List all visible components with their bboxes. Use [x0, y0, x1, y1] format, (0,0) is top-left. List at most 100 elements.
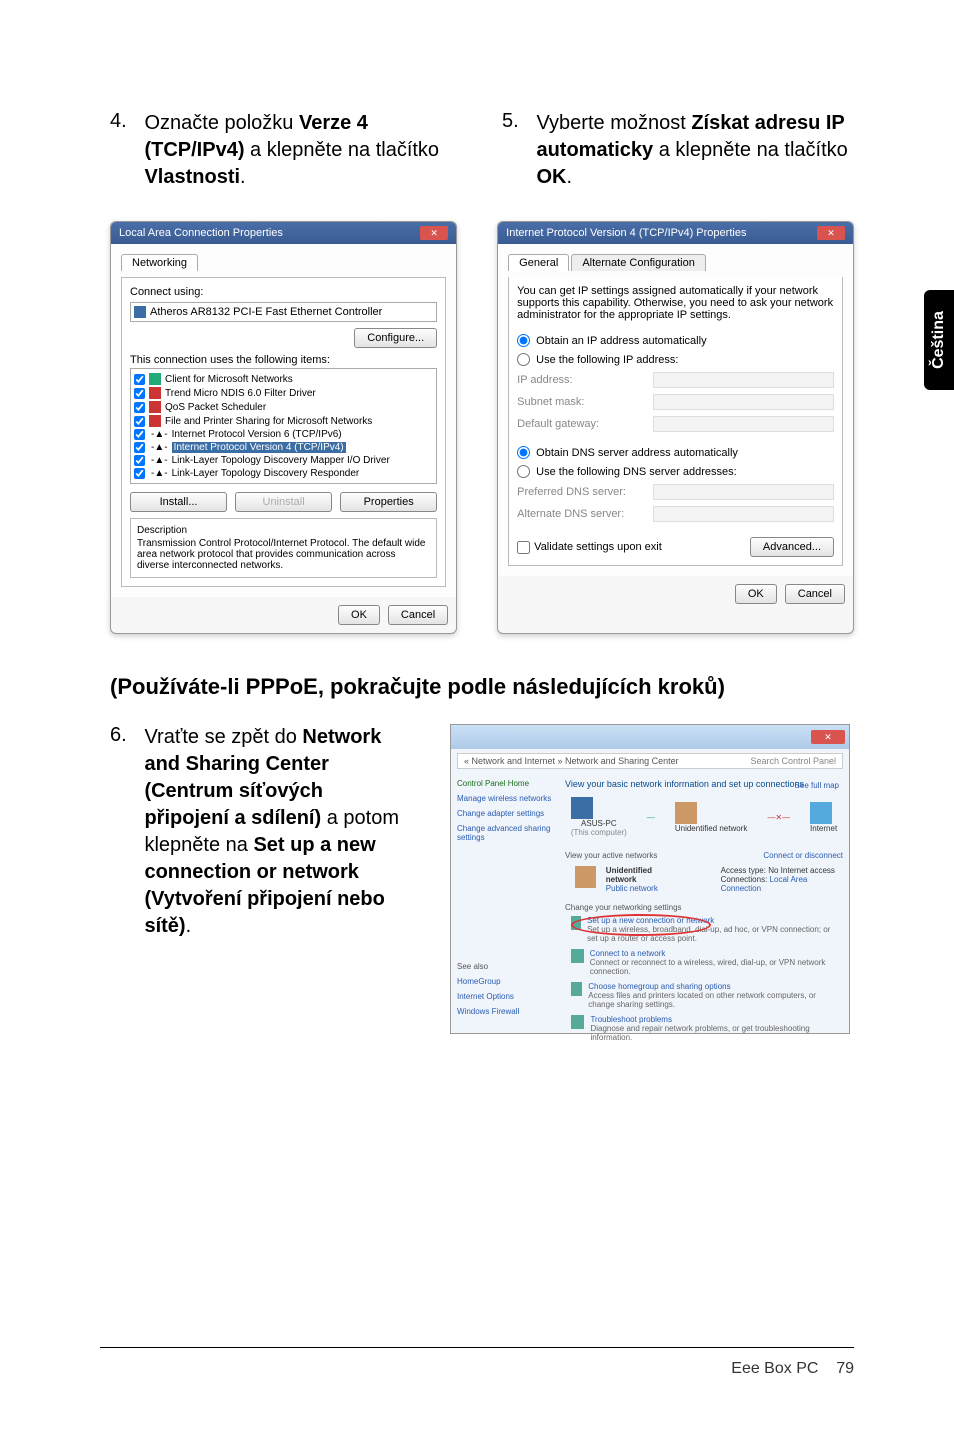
- see-full-map-link[interactable]: See full map: [795, 781, 839, 790]
- list-item-ipv4[interactable]: -▲- Internet Protocol Version 4 (TCP/IPv…: [134, 441, 433, 454]
- pppoe-heading: (Používáte-li PPPoE, pokračujte podle ná…: [110, 674, 854, 700]
- list-item[interactable]: File and Printer Sharing for Microsoft N…: [134, 414, 433, 428]
- main-content: View your basic network information and …: [565, 779, 843, 1048]
- advanced-button[interactable]: Advanced...: [750, 537, 834, 557]
- ipv4-properties-dialog: Internet Protocol Version 4 (TCP/IPv4) P…: [497, 221, 854, 634]
- network-icon: [675, 802, 697, 824]
- list-item[interactable]: -▲- Link-Layer Topology Discovery Respon…: [134, 467, 433, 480]
- dialog-title: Internet Protocol Version 4 (TCP/IPv4) P…: [506, 227, 746, 239]
- ok-button[interactable]: OK: [735, 584, 777, 604]
- tab-alternate[interactable]: Alternate Configuration: [571, 254, 706, 271]
- checkbox[interactable]: [134, 442, 145, 453]
- tab-networking[interactable]: Networking: [121, 254, 198, 271]
- connect-disconnect-link[interactable]: Connect or disconnect: [763, 851, 843, 860]
- homegroup-icon: [571, 982, 582, 996]
- footer-product: Eee Box PC: [731, 1360, 818, 1377]
- uses-items-label: This connection uses the following items…: [130, 354, 437, 366]
- close-icon[interactable]: ✕: [420, 226, 448, 240]
- connect-network-link[interactable]: Connect to a network: [590, 949, 843, 958]
- filter-icon: [149, 387, 161, 399]
- description-text: Transmission Control Protocol/Internet P…: [137, 538, 430, 571]
- close-icon[interactable]: ✕: [811, 730, 845, 744]
- step-4-text: Označte položku Verze 4 (TCP/IPv4) a kle…: [144, 110, 460, 191]
- troubleshoot-link[interactable]: Troubleshoot problems: [590, 1015, 843, 1024]
- step-5-text: Vyberte možnost Získat adresu IP automat…: [536, 110, 852, 191]
- radio-obtain-dns[interactable]: [517, 446, 530, 459]
- window-titlebar: ✕: [451, 725, 849, 749]
- description-label: Description: [137, 525, 430, 536]
- list-item[interactable]: -▲- Internet Protocol Version 6 (TCP/IPv…: [134, 428, 433, 441]
- internet-icon: [810, 802, 832, 824]
- page-footer: Eee Box PC 79: [731, 1360, 854, 1378]
- step-6-text: Vraťte se zpět do Network and Sharing Ce…: [144, 724, 408, 940]
- connect-using-label: Connect using:: [130, 286, 437, 298]
- checkbox[interactable]: [134, 429, 145, 440]
- step-5-number: 5.: [502, 110, 532, 133]
- nav-change-sharing[interactable]: Change advanced sharing settings: [457, 824, 557, 842]
- adapter-name: Atheros AR8132 PCI-E Fast Ethernet Contr…: [150, 306, 382, 318]
- cancel-button[interactable]: Cancel: [388, 605, 448, 625]
- titlebar: Internet Protocol Version 4 (TCP/IPv4) P…: [498, 222, 853, 244]
- cancel-button[interactable]: Cancel: [785, 584, 845, 604]
- install-button[interactable]: Install...: [130, 492, 227, 512]
- share-icon: [149, 415, 161, 427]
- checkbox[interactable]: [134, 468, 145, 479]
- ip-label: IP address:: [517, 374, 647, 386]
- list-item[interactable]: Client for Microsoft Networks: [134, 372, 433, 386]
- unidentified-network-icon: [575, 866, 596, 888]
- radio-obtain-ip[interactable]: [517, 334, 530, 347]
- client-icon: [149, 373, 161, 385]
- properties-button[interactable]: Properties: [340, 492, 437, 512]
- troubleshoot-icon: [571, 1015, 584, 1029]
- subnet-label: Subnet mask:: [517, 396, 647, 408]
- footer-page-number: 79: [836, 1360, 854, 1377]
- gateway-input: [653, 416, 834, 432]
- footer-rule: [100, 1347, 854, 1348]
- nav-firewall[interactable]: Windows Firewall: [457, 1007, 557, 1016]
- qos-icon: [149, 401, 161, 413]
- checkbox[interactable]: [134, 374, 145, 385]
- checkbox[interactable]: [134, 455, 145, 466]
- nic-icon: [134, 306, 146, 318]
- checkbox[interactable]: [134, 402, 145, 413]
- ok-button[interactable]: OK: [338, 605, 380, 625]
- validate-checkbox[interactable]: [517, 541, 530, 554]
- pref-dns-input: [653, 484, 834, 500]
- gateway-label: Default gateway:: [517, 418, 647, 430]
- highlight-circle: [571, 914, 711, 936]
- step-4-number: 4.: [110, 110, 140, 133]
- pref-dns-label: Preferred DNS server:: [517, 486, 647, 498]
- network-sharing-center-window: ✕ « Network and Internet » Network and S…: [450, 724, 850, 1034]
- search-input[interactable]: Search Control Panel: [750, 756, 836, 766]
- nav-home[interactable]: Control Panel Home: [457, 779, 557, 788]
- subnet-input: [653, 394, 834, 410]
- step-4: 4. Označte položku Verze 4 (TCP/IPv4) a …: [110, 110, 462, 191]
- ip-input: [653, 372, 834, 388]
- radio-use-dns[interactable]: [517, 465, 530, 478]
- homegroup-link[interactable]: Choose homegroup and sharing options: [588, 982, 843, 991]
- nav-internet-options[interactable]: Internet Options: [457, 992, 557, 1001]
- nav-manage-wireless[interactable]: Manage wireless networks: [457, 794, 557, 803]
- checkbox[interactable]: [134, 416, 145, 427]
- connect-icon: [571, 949, 584, 963]
- step-6-number: 6.: [110, 724, 140, 747]
- lan-properties-dialog: Local Area Connection Properties ✕ Netwo…: [110, 221, 457, 634]
- checkbox[interactable]: [134, 388, 145, 399]
- step-5: 5. Vyberte možnost Získat adresu IP auto…: [502, 110, 854, 191]
- list-item[interactable]: QoS Packet Scheduler: [134, 400, 433, 414]
- pc-icon: [571, 797, 593, 819]
- intro-text: You can get IP settings assigned automat…: [517, 285, 834, 321]
- nav-homegroup[interactable]: HomeGroup: [457, 977, 557, 986]
- list-item[interactable]: -▲- Link-Layer Topology Discovery Mapper…: [134, 454, 433, 467]
- close-icon[interactable]: ✕: [817, 226, 845, 240]
- list-item[interactable]: Trend Micro NDIS 6.0 Filter Driver: [134, 386, 433, 400]
- configure-button[interactable]: Configure...: [354, 328, 437, 348]
- uninstall-button[interactable]: Uninstall: [235, 492, 332, 512]
- breadcrumb[interactable]: « Network and Internet » Network and Sha…: [457, 753, 843, 769]
- tab-general[interactable]: General: [508, 254, 569, 271]
- alt-dns-label: Alternate DNS server:: [517, 508, 647, 520]
- radio-use-ip[interactable]: [517, 353, 530, 366]
- nav-change-adapter[interactable]: Change adapter settings: [457, 809, 557, 818]
- step-6: 6. Vraťte se zpět do Network and Sharing…: [110, 724, 410, 1034]
- titlebar: Local Area Connection Properties ✕: [111, 222, 456, 244]
